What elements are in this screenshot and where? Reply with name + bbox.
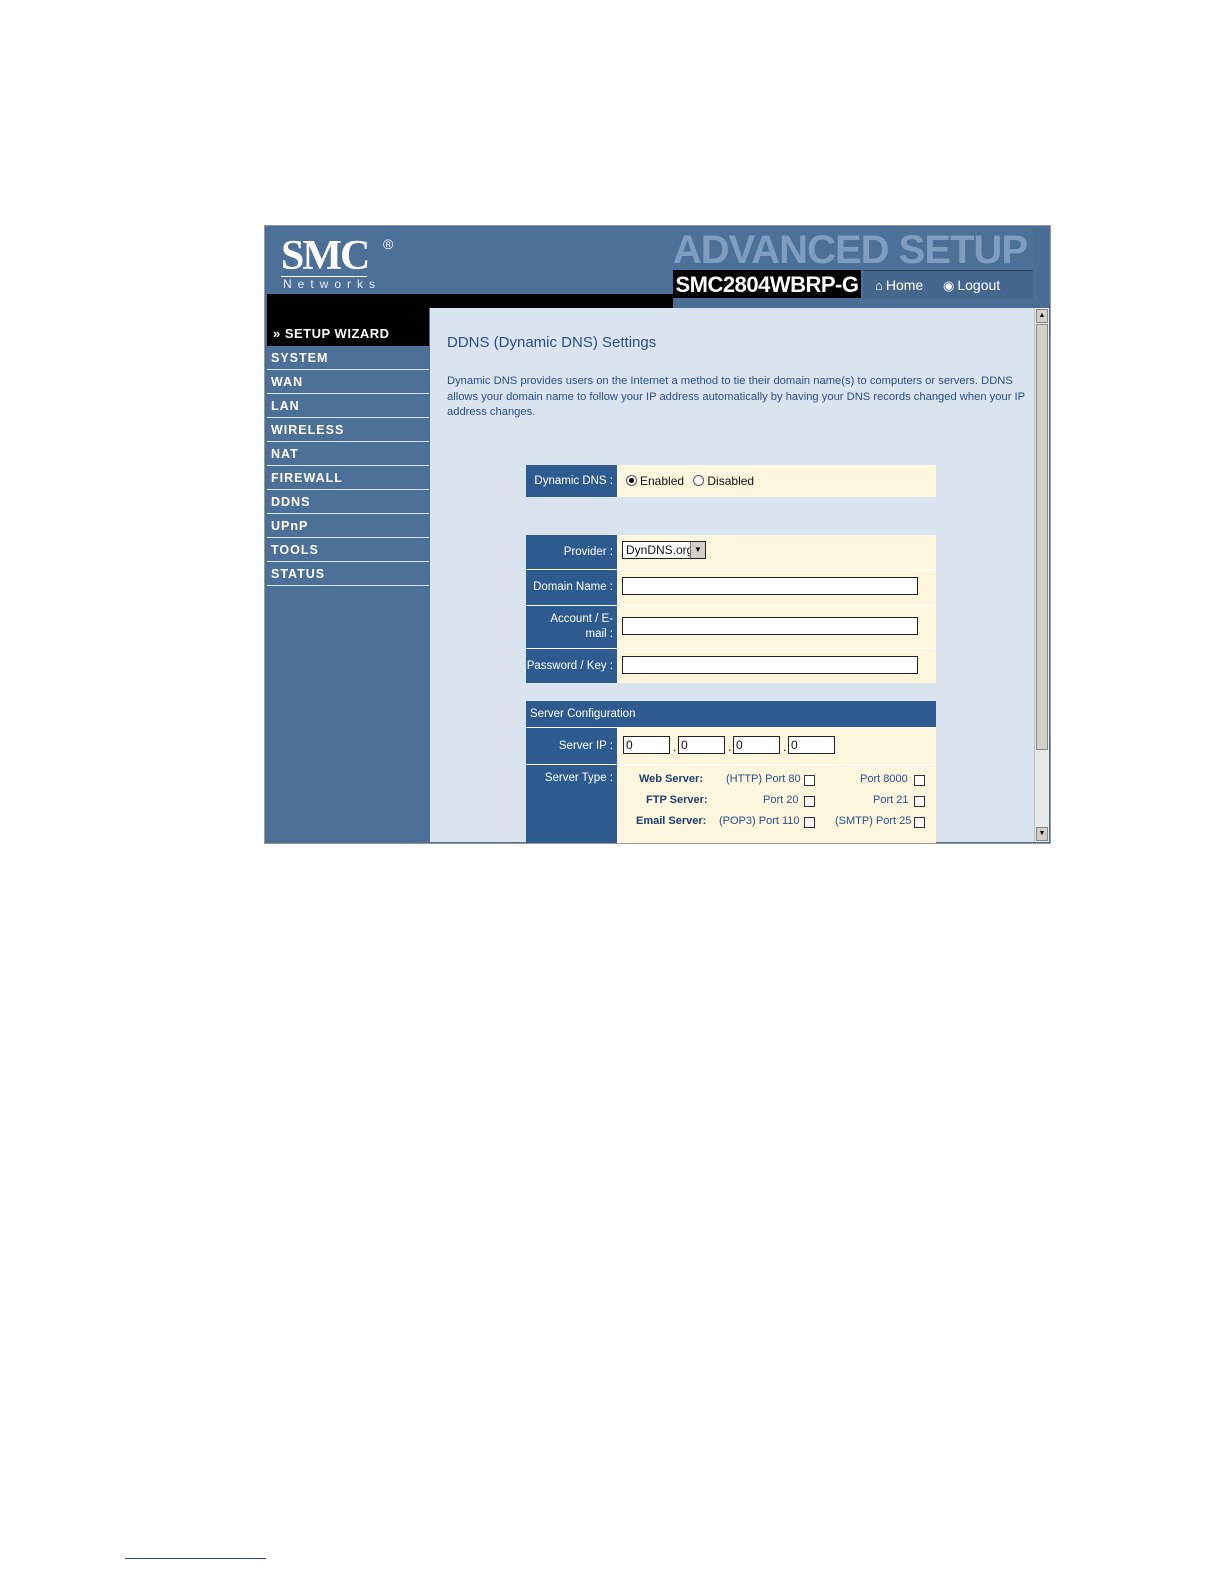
logo-text: SMC: [281, 233, 370, 279]
sidebar-item-firewall[interactable]: FIREWALL: [267, 466, 429, 490]
port-20-label: Port 20: [763, 794, 799, 806]
header-black-bar: [267, 294, 673, 308]
footnote-rule: [125, 1558, 266, 1559]
logout-link[interactable]: ◉ Logout: [943, 277, 1000, 294]
logout-label: Logout: [957, 277, 1001, 293]
ddns-enable-table: Dynamic DNS : Enabled Disabled: [526, 465, 936, 497]
smc-logo: SMC ® Networks: [281, 233, 393, 291]
account-email-label: Account / E- mail :: [526, 606, 617, 648]
port-21-checkbox[interactable]: [914, 796, 925, 807]
server-ip-cell: 0 . 0 . 0 . 0: [617, 728, 936, 764]
account-email-cell: [617, 606, 936, 648]
ip-separator: .: [783, 740, 787, 754]
sidebar-item-upnp[interactable]: UPnP: [267, 514, 429, 538]
registered-mark: ®: [383, 236, 394, 252]
password-key-input[interactable]: [622, 656, 918, 674]
account-label-line1: Account / E-: [550, 613, 613, 625]
page-description: Dynamic DNS provides users on the Intern…: [447, 375, 1025, 418]
banner-title: ADVANCED SETUP: [672, 228, 1028, 272]
ddns-disabled-option[interactable]: Disabled: [693, 474, 754, 488]
sidebar: » SETUP WIZARD SYSTEM WAN LAN WIRELESS N…: [267, 308, 429, 842]
ip-separator: .: [728, 740, 732, 754]
server-config-heading: Server Configuration: [530, 708, 636, 720]
sidebar-item-setup-wizard[interactable]: » SETUP WIZARD: [267, 308, 429, 346]
server-ip-octet-1[interactable]: 0: [623, 736, 670, 754]
ddns-account-table: Provider : DynDNS.org ▼ Domain Name : Ac…: [526, 535, 936, 683]
port-8000-label: Port 8000: [860, 773, 908, 785]
home-icon: ⌂: [875, 278, 883, 293]
server-ip-octet-2[interactable]: 0: [678, 736, 725, 754]
model-name: SMC2804WBRP-G: [673, 270, 861, 298]
scrollbar-thumb[interactable]: [1036, 324, 1048, 750]
account-email-input[interactable]: [622, 617, 918, 635]
chevron-down-icon[interactable]: ▼: [690, 542, 705, 558]
server-config-table: Server Configuration Server IP : 0 . 0 .…: [526, 701, 936, 843]
enabled-label: Enabled: [640, 474, 685, 488]
logout-icon: ◉: [943, 278, 955, 293]
header-nav: ⌂ Home ◉ Logout: [863, 270, 1033, 299]
port-20-checkbox[interactable]: [804, 796, 815, 807]
smtp-port-25-checkbox[interactable]: [914, 817, 925, 828]
sidebar-item-wireless[interactable]: WIRELESS: [267, 418, 429, 442]
enabled-radio[interactable]: [626, 475, 637, 486]
sidebar-item-lan[interactable]: LAN: [267, 394, 429, 418]
http-port-80-checkbox[interactable]: [804, 775, 815, 786]
vertical-scrollbar[interactable]: ▲ ▼: [1034, 308, 1049, 842]
sidebar-item-tools[interactable]: TOOLS: [267, 538, 429, 562]
sidebar-item-ddns[interactable]: DDNS: [267, 490, 429, 514]
provider-cell: DynDNS.org ▼: [617, 535, 936, 569]
server-type-cell: Web Server: (HTTP) Port 80 Port 8000 FTP…: [617, 765, 936, 843]
ddns-enabled-option[interactable]: Enabled: [626, 474, 684, 488]
main-content: DDNS (Dynamic DNS) Settings Dynamic DNS …: [430, 308, 1034, 843]
scroll-up-icon[interactable]: ▲: [1036, 309, 1048, 323]
port-8000-checkbox[interactable]: [914, 775, 925, 786]
web-server-label: Web Server:: [639, 773, 703, 785]
ftp-server-label: FTP Server:: [646, 794, 708, 806]
provider-value: DynDNS.org: [626, 543, 694, 557]
provider-select[interactable]: DynDNS.org ▼: [622, 541, 706, 559]
password-key-label: Password / Key :: [526, 649, 617, 683]
disabled-radio[interactable]: [693, 475, 705, 486]
ddns-label: Dynamic DNS :: [526, 465, 617, 497]
home-link[interactable]: ⌂ Home: [875, 277, 923, 293]
home-label: Home: [885, 277, 924, 293]
logo-subtitle: Networks: [281, 276, 382, 291]
server-ip-label: Server IP :: [526, 728, 617, 764]
disabled-label: Disabled: [707, 474, 755, 488]
pop3-port-110-checkbox[interactable]: [804, 817, 815, 828]
sidebar-item-system[interactable]: SYSTEM: [267, 346, 429, 370]
page-title: DDNS (Dynamic DNS) Settings: [447, 334, 657, 351]
domain-name-label: Domain Name :: [526, 570, 617, 605]
scroll-down-icon[interactable]: ▼: [1036, 827, 1048, 841]
http-port-80-label: (HTTP) Port 80: [726, 773, 801, 785]
sidebar-item-status[interactable]: STATUS: [267, 562, 429, 586]
ip-separator: .: [673, 740, 677, 754]
provider-label: Provider :: [526, 535, 617, 569]
port-21-label: Port 21: [873, 794, 909, 806]
pop3-port-110-label: (POP3) Port 110: [719, 815, 800, 827]
smtp-port-25-label: (SMTP) Port 25: [835, 815, 912, 827]
email-server-label: Email Server:: [636, 815, 707, 827]
browser-screenshot: SMC ® Networks ADVANCED SETUP SMC2804WBR…: [264, 225, 1051, 844]
server-ip-octet-4[interactable]: 0: [788, 736, 835, 754]
sidebar-item-nat[interactable]: NAT: [267, 442, 429, 466]
server-ip-octet-3[interactable]: 0: [733, 736, 780, 754]
sidebar-item-wan[interactable]: WAN: [267, 370, 429, 394]
ddns-options: Enabled Disabled: [617, 465, 936, 497]
account-label-line2: mail :: [585, 628, 613, 640]
domain-name-input[interactable]: [622, 577, 918, 595]
password-key-cell: [617, 649, 936, 683]
server-type-label: Server Type :: [526, 765, 617, 843]
domain-name-cell: [617, 570, 936, 605]
